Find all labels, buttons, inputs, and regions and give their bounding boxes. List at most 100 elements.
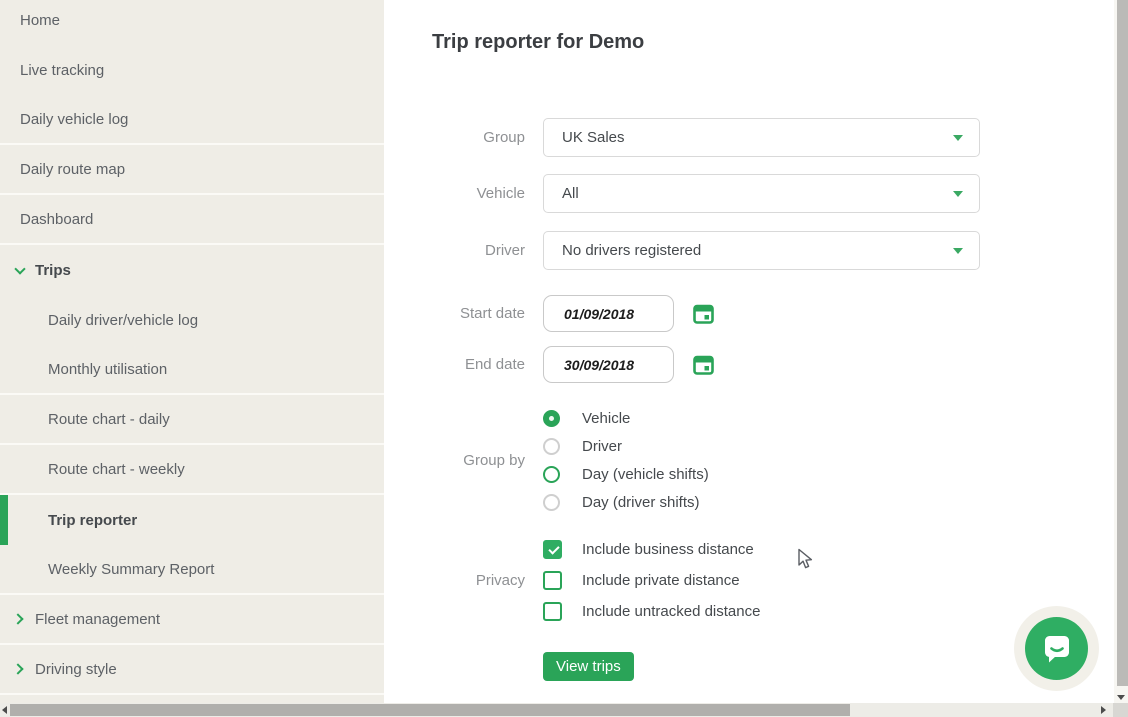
end-date-input[interactable] [543,346,674,383]
start-date-label: Start date [384,305,525,322]
scroll-down-arrow-icon[interactable] [1117,695,1125,700]
privacy-row: Privacy Include business distanceInclude… [384,534,760,627]
sidebar-item-label: Dashboard [20,211,93,228]
sidebar-item-label: Daily driver/vehicle log [48,312,198,329]
checkbox-icon[interactable] [543,571,562,590]
radio-option-label: Day (driver shifts) [582,494,700,511]
sidebar-item-weekly-summary-report[interactable]: Weekly Summary Report [0,545,384,595]
sidebar: Home Live tracking Daily vehicle log Daily … [0,0,384,703]
main-content: Trip reporter for Demo Group UK Sales Ve… [384,0,1114,703]
sidebar-item-live-tracking[interactable]: Live tracking [0,45,384,95]
radio-option-label: Driver [582,438,622,455]
driver-select[interactable]: No drivers registered [543,231,980,270]
checkbox-option-label: Include private distance [582,572,740,589]
end-date-row: End date [384,346,714,383]
horizontal-scrollbar[interactable] [0,703,1128,717]
vertical-scrollbar[interactable] [1114,0,1128,703]
sidebar-item-monthly-utilisation[interactable]: Monthly utilisation [0,345,384,395]
calendar-icon [693,303,714,324]
horizontal-scrollbar-thumb[interactable] [10,704,850,716]
checkbox-icon[interactable] [543,540,562,559]
group-by-label: Group by [384,452,525,469]
chat-launcher [1014,606,1099,691]
vertical-scrollbar-thumb[interactable] [1117,0,1128,686]
privacy-label: Privacy [384,572,525,589]
checkbox-icon[interactable] [543,602,562,621]
radio-button-icon[interactable] [543,438,560,455]
radio-button-icon[interactable] [543,410,560,427]
group-select[interactable]: UK Sales [543,118,980,157]
group-by-row: Group by Vehicle Driver Day (vehicle shift… [384,404,709,516]
radio-button-icon[interactable] [543,494,560,511]
view-trips-button[interactable]: View trips [543,652,634,681]
radio-button-icon[interactable] [543,466,560,483]
privacy-option-include-private-distance[interactable]: Include private distance [543,565,760,596]
group-by-option-day-driver-shifts[interactable]: Day (driver shifts) [543,488,709,516]
page-title: Trip reporter for Demo [432,31,644,54]
chevron-down-icon [953,191,963,197]
group-by-option-driver[interactable]: Driver [543,432,709,460]
checkbox-option-label: Include business distance [582,541,754,558]
submit-row: View trips [384,652,634,681]
sidebar-item-trips[interactable]: Trips [0,245,384,295]
scroll-right-arrow-icon[interactable] [1101,706,1106,714]
group-label: Group [384,129,525,146]
chevron-right-icon [15,664,26,675]
vehicle-select[interactable]: All [543,174,980,213]
chevron-down-icon [15,265,26,276]
sidebar-item-label: Fleet management [35,611,160,628]
sidebar-item-fleet-management[interactable]: Fleet management [0,595,384,645]
checkbox-option-label: Include untracked distance [582,603,760,620]
sidebar-item-label: Monthly utilisation [48,361,167,378]
sidebar-item-label: Live tracking [20,62,104,79]
chat-bubble-icon [1039,631,1075,667]
sidebar-item-label: Daily route map [20,161,125,178]
vehicle-row: Vehicle All [384,174,980,213]
group-by-options: Vehicle Driver Day (vehicle shifts) Day (dr… [543,404,709,516]
scroll-left-arrow-icon[interactable] [2,706,7,714]
sidebar-item-daily-vehicle-log[interactable]: Daily vehicle log [0,95,384,145]
group-by-option-vehicle[interactable]: Vehicle [543,404,709,432]
sidebar-item-route-chart-weekly[interactable]: Route chart - weekly [0,445,384,495]
sidebar-nav: Home Live tracking Daily vehicle log Daily … [0,0,384,695]
radio-option-label: Vehicle [582,410,630,427]
start-date-calendar-button[interactable] [693,303,714,324]
group-by-option-day-vehicle-shifts[interactable]: Day (vehicle shifts) [543,460,709,488]
sidebar-item-label: Route chart - weekly [48,461,185,478]
vehicle-select-value: All [562,185,579,202]
sidebar-item-trip-reporter[interactable]: Trip reporter [0,495,384,545]
vehicle-label: Vehicle [384,185,525,202]
group-select-value: UK Sales [562,129,625,146]
driver-select-value: No drivers registered [562,242,701,259]
sidebar-item-dashboard[interactable]: Dashboard [0,195,384,245]
sidebar-item-label: Trips [35,262,71,279]
sidebar-item-label: Home [20,12,60,29]
chevron-down-icon [953,135,963,141]
calendar-icon [693,354,714,375]
end-date-label: End date [384,356,525,373]
privacy-option-include-untracked-distance[interactable]: Include untracked distance [543,596,760,627]
end-date-calendar-button[interactable] [693,354,714,375]
sidebar-item-label: Trip reporter [48,512,137,529]
driver-row: Driver No drivers registered [384,231,980,270]
privacy-option-include-business-distance[interactable]: Include business distance [543,534,760,565]
sidebar-item-label: Driving style [35,661,117,678]
driver-label: Driver [384,242,525,259]
chevron-down-icon [953,248,963,254]
sidebar-item-route-chart-daily[interactable]: Route chart - daily [0,395,384,445]
group-row: Group UK Sales [384,118,980,157]
sidebar-item-driving-style[interactable]: Driving style [0,645,384,695]
sidebar-item-label: Daily vehicle log [20,111,128,128]
start-date-input[interactable] [543,295,674,332]
privacy-options: Include business distance Include private… [543,534,760,627]
sidebar-item-label: Route chart - daily [48,411,170,428]
radio-option-label: Day (vehicle shifts) [582,466,709,483]
sidebar-item-home[interactable]: Home [0,0,384,45]
start-date-row: Start date [384,295,714,332]
chevron-right-icon [15,614,26,625]
sidebar-item-daily-driver-vehicle-log[interactable]: Daily driver/vehicle log [0,295,384,345]
sidebar-item-daily-route-map[interactable]: Daily route map [0,145,384,195]
sidebar-item-label: Weekly Summary Report [48,561,214,578]
scrollbar-corner [1113,703,1128,717]
chat-launcher-button[interactable] [1025,617,1088,680]
